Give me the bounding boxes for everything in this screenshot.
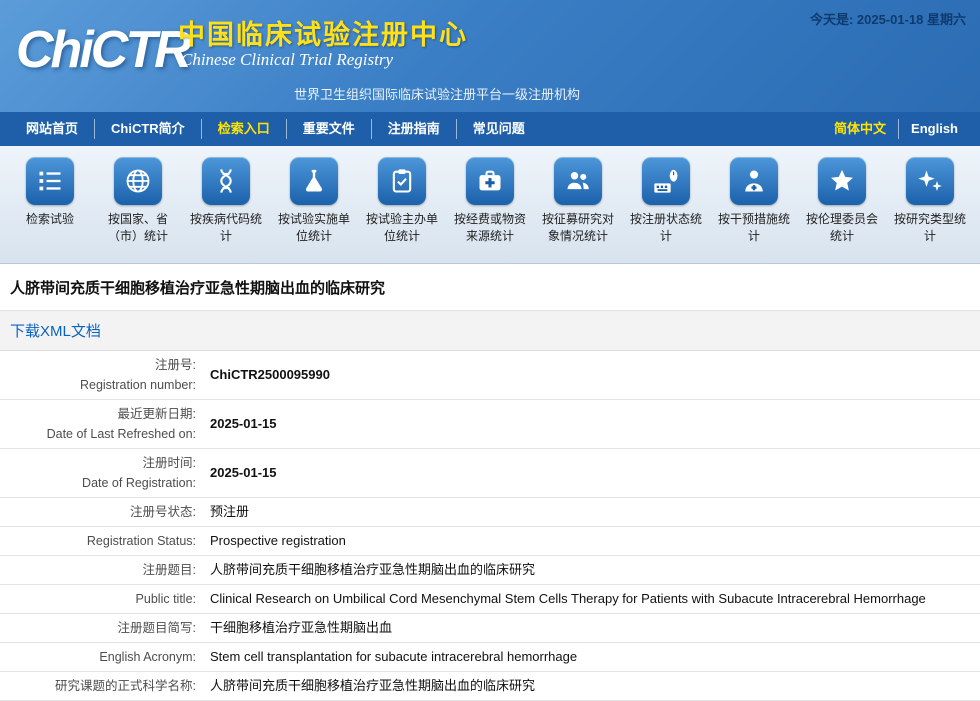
toolbar-item-stats-by-intervention[interactable]: 按干预措施统计	[710, 157, 798, 257]
registration-detail-table: 注册号: Registration number: ChiCTR25000959…	[0, 351, 980, 701]
row-label: English Acronym:	[0, 647, 196, 667]
row-value: Clinical Research on Umbilical Cord Mese…	[200, 586, 936, 612]
table-row-public-title-zh: 注册题目: 人脐带间充质干细胞移植治疗亚急性期脑出血的临床研究	[0, 556, 980, 585]
toolbar-item-stats-by-funding-source[interactable]: 按经费或物资来源统计	[446, 157, 534, 257]
toolbar-item-label: 检索试验	[9, 211, 91, 228]
toolbar-item-label: 按国家、省（市）统计	[97, 211, 179, 245]
site-title-zh: 中国临床试验注册中心	[178, 13, 468, 52]
numbered-list-icon	[26, 157, 74, 205]
row-label: 注册题目:	[0, 560, 196, 580]
row-label-zh: 注册号:	[0, 355, 196, 375]
toolbar-item-label: 按注册状态统计	[625, 211, 707, 245]
nav-item-about[interactable]: ChiCTR简介	[94, 119, 201, 139]
toolbar-item-label: 按试验实施单位统计	[273, 211, 355, 245]
row-value: 人脐带间充质干细胞移植治疗亚急性期脑出血的临床研究	[200, 673, 545, 699]
chictr-logo[interactable]: ChiCTR	[16, 20, 189, 80]
row-label-zh: 最近更新日期:	[0, 404, 196, 424]
toolbar-item-label: 按伦理委员会统计	[801, 211, 883, 245]
toolbar-item-stats-by-country[interactable]: 按国家、省（市）统计	[94, 157, 182, 257]
toolbar-item-label: 按疾病代码统计	[185, 211, 267, 245]
toolbar-item-stats-by-registration-status[interactable]: 按注册状态统计	[622, 157, 710, 257]
row-value: 预注册	[200, 499, 259, 525]
row-label: 研究课题的正式科学名称:	[0, 676, 196, 696]
lang-english[interactable]: English	[898, 119, 970, 139]
table-row-acronym-zh: 注册题目简写: 干细胞移植治疗亚急性期脑出血	[0, 614, 980, 643]
download-xml-link[interactable]: 下载XML文档	[10, 323, 101, 340]
row-label: Public title:	[0, 589, 196, 609]
toolbar-item-label: 按干预措施统计	[713, 211, 795, 245]
row-value: 2025-01-15	[200, 411, 287, 437]
clipboard-icon	[378, 157, 426, 205]
row-label: Registration Status:	[0, 531, 196, 551]
sparkles-icon	[906, 157, 954, 205]
who-registry-line: 世界卫生组织国际临床试验注册平台一级注册机构	[294, 84, 580, 103]
keyboard-mouse-icon	[642, 157, 690, 205]
language-switcher: 简体中文 English	[822, 119, 970, 139]
people-icon	[554, 157, 602, 205]
row-label: 注册号状态:	[0, 502, 196, 522]
xml-download-bar: 下载XML文档	[0, 310, 980, 351]
row-label-en: Registration number:	[0, 375, 196, 395]
site-header: ChiCTR 中国临床试验注册中心 Chinese Clinical Trial…	[0, 0, 980, 112]
nav-item-faq[interactable]: 常见问题	[456, 119, 541, 139]
star-icon	[818, 157, 866, 205]
table-row-registration-status-zh: 注册号状态: 预注册	[0, 498, 980, 527]
nav-item-home[interactable]: 网站首页	[10, 119, 94, 139]
table-row-registration-date: 注册时间: Date of Registration: 2025-01-15	[0, 449, 980, 498]
row-value: Stem cell transplantation for subacute i…	[200, 644, 587, 670]
table-row-public-title-en: Public title: Clinical Research on Umbil…	[0, 585, 980, 614]
row-value: Prospective registration	[200, 528, 356, 554]
dna-icon	[202, 157, 250, 205]
medical-kit-icon	[466, 157, 514, 205]
stats-toolbar: 检索试验 按国家、省（市）统计 按疾病代码统计 按试验实施单位统计 按试验主办单…	[0, 146, 980, 264]
toolbar-item-stats-by-sponsor-unit[interactable]: 按试验主办单位统计	[358, 157, 446, 257]
nav-item-search-entry[interactable]: 检索入口	[201, 119, 286, 139]
toolbar-item-search-trials[interactable]: 检索试验	[6, 157, 94, 257]
toolbar-item-stats-by-ethics-committee[interactable]: 按伦理委员会统计	[798, 157, 886, 257]
table-row-registration-status-en: Registration Status: Prospective registr…	[0, 527, 980, 556]
toolbar-item-label: 按经费或物资来源统计	[449, 211, 531, 245]
flask-icon	[290, 157, 338, 205]
table-row-scientific-title-zh: 研究课题的正式科学名称: 人脐带间充质干细胞移植治疗亚急性期脑出血的临床研究	[0, 672, 980, 701]
row-value: 干细胞移植治疗亚急性期脑出血	[200, 615, 402, 641]
main-nav: 网站首页 ChiCTR简介 检索入口 重要文件 注册指南 常见问题 简体中文 E…	[0, 112, 980, 146]
globe-icon	[114, 157, 162, 205]
table-row-last-refreshed: 最近更新日期: Date of Last Refreshed on: 2025-…	[0, 400, 980, 449]
row-label-zh: 注册时间:	[0, 453, 196, 473]
row-value: ChiCTR2500095990	[200, 362, 340, 388]
nav-item-registration-guide[interactable]: 注册指南	[371, 119, 456, 139]
row-label-en: Date of Registration:	[0, 473, 196, 493]
table-row-registration-number: 注册号: Registration number: ChiCTR25000959…	[0, 351, 980, 400]
today-date: 今天是: 2025-01-18 星期六	[810, 9, 966, 28]
lang-simplified-chinese[interactable]: 简体中文	[822, 119, 898, 139]
table-row-acronym-en: English Acronym: Stem cell transplantati…	[0, 643, 980, 672]
page-title: 人脐带间充质干细胞移植治疗亚急性期脑出血的临床研究	[0, 264, 980, 310]
row-value: 2025-01-15	[200, 460, 287, 486]
row-label-en: Date of Last Refreshed on:	[0, 424, 196, 444]
toolbar-item-stats-by-recruitment[interactable]: 按征募研究对象情况统计	[534, 157, 622, 257]
toolbar-item-label: 按征募研究对象情况统计	[537, 211, 619, 245]
toolbar-item-stats-by-disease-code[interactable]: 按疾病代码统计	[182, 157, 270, 257]
site-title-en: Chinese Clinical Trial Registry	[181, 50, 393, 70]
nav-item-important-documents[interactable]: 重要文件	[286, 119, 371, 139]
toolbar-item-label: 按试验主办单位统计	[361, 211, 443, 245]
row-label: 注册题目简写:	[0, 618, 196, 638]
toolbar-item-stats-by-study-type[interactable]: 按研究类型统计	[886, 157, 974, 257]
toolbar-item-stats-by-implementing-unit[interactable]: 按试验实施单位统计	[270, 157, 358, 257]
toolbar-item-label: 按研究类型统计	[889, 211, 971, 245]
doctor-icon	[730, 157, 778, 205]
row-value: 人脐带间充质干细胞移植治疗亚急性期脑出血的临床研究	[200, 557, 545, 583]
